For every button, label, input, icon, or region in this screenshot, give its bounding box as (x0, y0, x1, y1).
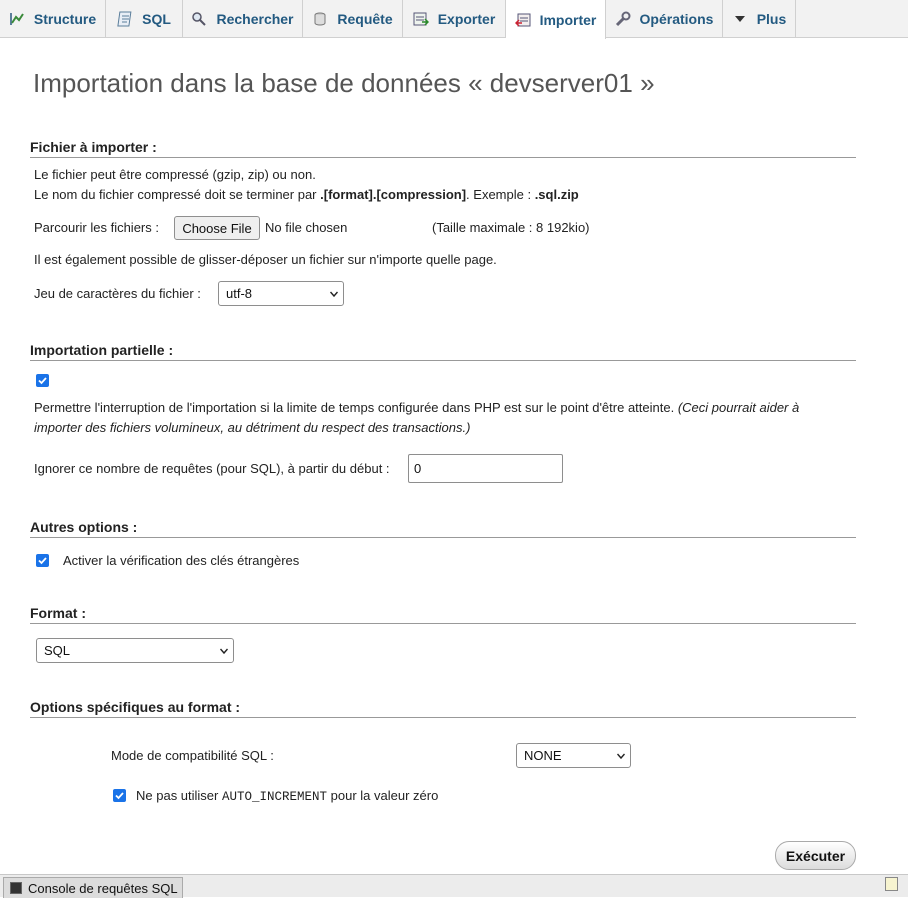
query-icon (312, 11, 328, 27)
noautoinc-suffix: pour la valeur zéro (327, 788, 439, 803)
tab-label: Importer (539, 11, 597, 28)
top-tab-bar: Structure SQL Rechercher Requête Exporte… (0, 0, 908, 39)
tab-rechercher[interactable]: Rechercher (183, 0, 303, 38)
check-icon (115, 792, 124, 800)
page-title: Importation dans la base de données « de… (33, 68, 655, 98)
tab-requete[interactable]: Requête (303, 0, 403, 38)
execute-button[interactable]: Exécuter (775, 841, 856, 870)
interrupt-note-1: (Ceci pourrait aider à (677, 400, 800, 415)
tab-label: Opérations (639, 11, 714, 27)
structure-icon (9, 11, 25, 27)
drag-drop-text: Il est également possible de glisser-dép… (34, 252, 497, 267)
foreign-key-label: Activer la vérification des clés étrangè… (63, 553, 300, 568)
format-text-mid: . Exemple : (466, 187, 535, 202)
interrupt-text: Permettre l'interruption de l'importatio… (34, 400, 675, 415)
tab-sql[interactable]: SQL (106, 0, 183, 38)
allow-interrupt-note: importer des fichiers volumineux, au dét… (34, 420, 470, 435)
sql-compat-label: Mode de compatibilité SQL : (111, 748, 274, 763)
tab-exporter[interactable]: Exporter (403, 0, 506, 38)
tab-label: Requête (337, 11, 393, 27)
skip-queries-label: Ignorer ce nombre de requêtes (pour SQL)… (34, 461, 390, 476)
compression-format-text: Le nom du fichier compressé doit se term… (34, 187, 579, 202)
format-select[interactable]: SQL (36, 638, 234, 663)
tab-label: Plus (756, 11, 787, 27)
format-value: SQL (44, 643, 71, 658)
tab-importer[interactable]: Importer (506, 0, 606, 39)
search-icon (191, 11, 207, 27)
sql-icon (117, 11, 133, 27)
export-icon (413, 11, 429, 27)
no-file-status: No file chosen (265, 220, 348, 235)
check-icon (38, 557, 47, 565)
sql-compat-select[interactable]: NONE (516, 743, 631, 768)
allow-interrupt-checkbox[interactable] (36, 374, 49, 387)
chevron-down-icon (220, 648, 228, 654)
console-icon (10, 882, 22, 894)
skip-queries-input[interactable]: 0 (408, 454, 563, 483)
interrupt-note-2: importer des fichiers volumineux, au dét… (34, 420, 471, 435)
tab-plus[interactable]: Plus (723, 0, 796, 38)
chevron-down-icon (732, 11, 748, 27)
format-options-legend: Options spécifiques au format : (30, 699, 856, 718)
chevron-down-icon (617, 753, 625, 759)
charset-select[interactable]: utf-8 (218, 281, 344, 306)
partial-import-legend: Importation partielle : (30, 342, 856, 361)
auto-increment-code: AUTO_INCREMENT (221, 790, 328, 804)
wrench-icon (615, 11, 631, 27)
charset-value: utf-8 (226, 286, 253, 301)
console-bar: Console de requêtes SQL (0, 874, 908, 898)
foreign-key-checkbox[interactable] (36, 554, 49, 567)
noautoinc-prefix: Ne pas utiliser (136, 788, 222, 803)
browse-files-label: Parcourir les fichiers : (34, 220, 159, 235)
tab-structure[interactable]: Structure (0, 0, 106, 38)
compression-info-text: Le fichier peut être compressé (gzip, zi… (34, 167, 316, 182)
notepad-icon[interactable] (885, 877, 898, 891)
sql-console-tab[interactable]: Console de requêtes SQL (3, 877, 183, 898)
choose-file-button[interactable]: Choose File (174, 216, 260, 240)
console-label: Console de requêtes SQL (28, 880, 178, 896)
allow-interrupt-text: Permettre l'interruption de l'importatio… (34, 400, 799, 415)
other-options-legend: Autres options : (30, 519, 856, 538)
chevron-down-icon (330, 291, 338, 297)
format-text-prefix: Le nom du fichier compressé doit se term… (34, 187, 321, 202)
no-auto-increment-checkbox[interactable] (113, 789, 126, 802)
check-icon (38, 377, 47, 385)
tab-label: Structure (33, 11, 97, 27)
tab-label: SQL (142, 11, 171, 27)
max-size-text: (Taille maximale : 8 192kio) (432, 220, 590, 235)
tab-operations[interactable]: Opérations (606, 0, 723, 38)
no-auto-increment-label: Ne pas utiliser AUTO_INCREMENT pour la v… (136, 788, 438, 804)
tab-label: Exporter (437, 11, 496, 27)
charset-label: Jeu de caractères du fichier : (34, 286, 201, 301)
format-legend: Format : (30, 605, 856, 624)
format-pattern: .[format].[compression] (320, 187, 467, 202)
file-section-legend: Fichier à importer : (30, 139, 856, 158)
sql-compat-value: NONE (524, 748, 562, 763)
import-icon (514, 12, 531, 28)
format-example: .sql.zip (534, 187, 579, 202)
tab-label: Rechercher (216, 11, 294, 27)
